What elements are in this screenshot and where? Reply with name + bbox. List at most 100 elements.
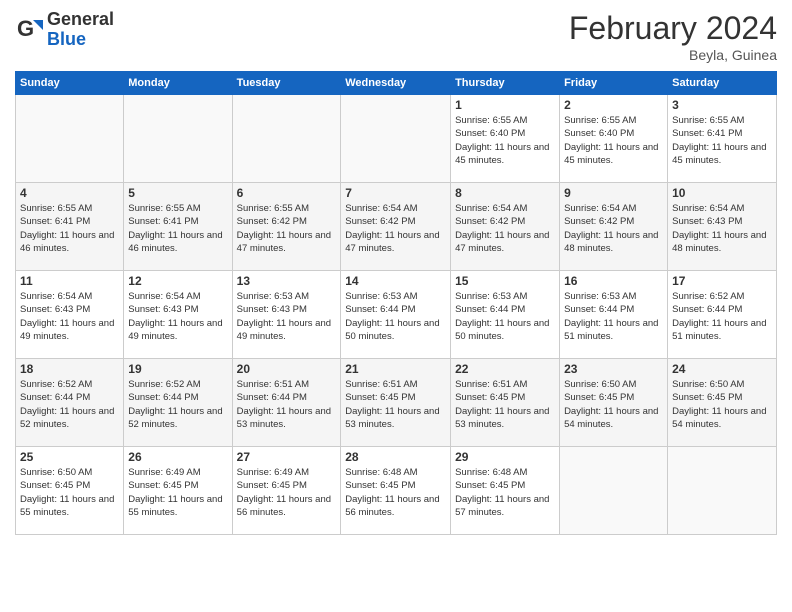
title-block: February 2024 Beyla, Guinea <box>569 10 777 63</box>
day-of-week-header: Monday <box>124 72 232 95</box>
day-info: Sunrise: 6:55 AMSunset: 6:40 PMDaylight:… <box>455 114 555 167</box>
calendar-day-cell: 20 Sunrise: 6:51 AMSunset: 6:44 PMDayligh… <box>232 359 341 447</box>
day-info: Sunrise: 6:52 AMSunset: 6:44 PMDaylight:… <box>128 378 227 431</box>
day-number: 25 <box>20 450 119 464</box>
day-info: Sunrise: 6:54 AMSunset: 6:43 PMDaylight:… <box>128 290 227 343</box>
day-number: 20 <box>237 362 337 376</box>
day-info: Sunrise: 6:49 AMSunset: 6:45 PMDaylight:… <box>237 466 337 519</box>
calendar-week-row: 25 Sunrise: 6:50 AMSunset: 6:45 PMDayligh… <box>16 447 777 535</box>
calendar-day-cell <box>341 95 451 183</box>
day-info: Sunrise: 6:49 AMSunset: 6:45 PMDaylight:… <box>128 466 227 519</box>
day-info: Sunrise: 6:50 AMSunset: 6:45 PMDaylight:… <box>672 378 772 431</box>
calendar-day-cell: 14Sunrise: 6:53 AMSunset: 6:44 PMDayligh… <box>341 271 451 359</box>
day-number: 13 <box>237 274 337 288</box>
day-number: 18 <box>20 362 119 376</box>
calendar-day-cell: 4Sunrise: 6:55 AMSunset: 6:41 PMDaylight… <box>16 183 124 271</box>
day-info: Sunrise: 6:52 AMSunset: 6:44 PMDaylight:… <box>20 378 119 431</box>
day-number: 21 <box>345 362 446 376</box>
day-info: Sunrise: 6:55 AMSunset: 6:41 PMDaylight:… <box>20 202 119 255</box>
calendar-day-cell: 5 Sunrise: 6:55 AMSunset: 6:41 PMDaylight… <box>124 183 232 271</box>
calendar-day-cell <box>668 447 777 535</box>
calendar-day-cell: 1 Sunrise: 6:55 AMSunset: 6:40 PMDaylight… <box>451 95 560 183</box>
day-info: Sunrise: 6:51 AMSunset: 6:45 PMDaylight:… <box>455 378 555 431</box>
calendar-day-cell: 23 Sunrise: 6:50 AMSunset: 6:45 PMDayligh… <box>560 359 668 447</box>
day-info: Sunrise: 6:48 AMSunset: 6:45 PMDaylight:… <box>455 466 555 519</box>
day-info: Sunrise: 6:51 AMSunset: 6:44 PMDaylight:… <box>237 378 337 431</box>
logo-general-text: General <box>47 10 114 30</box>
day-info: Sunrise: 6:54 AMSunset: 6:42 PMDaylight:… <box>564 202 663 255</box>
svg-text:G: G <box>17 16 34 41</box>
calendar-day-cell: 18 Sunrise: 6:52 AMSunset: 6:44 PMDayligh… <box>16 359 124 447</box>
day-number: 8 <box>455 186 555 200</box>
day-number: 19 <box>128 362 227 376</box>
day-number: 27 <box>237 450 337 464</box>
day-number: 22 <box>455 362 555 376</box>
calendar-day-cell: 7 Sunrise: 6:54 AMSunset: 6:42 PMDaylight… <box>341 183 451 271</box>
calendar-day-cell: 22 Sunrise: 6:51 AMSunset: 6:45 PMDayligh… <box>451 359 560 447</box>
day-number: 10 <box>672 186 772 200</box>
day-info: Sunrise: 6:55 AMSunset: 6:42 PMDaylight:… <box>237 202 337 255</box>
day-info: Sunrise: 6:55 AMSunset: 6:41 PMDaylight:… <box>128 202 227 255</box>
calendar-day-cell: 6 Sunrise: 6:55 AMSunset: 6:42 PMDaylight… <box>232 183 341 271</box>
day-info: Sunrise: 6:51 AMSunset: 6:45 PMDaylight:… <box>345 378 446 431</box>
day-number: 29 <box>455 450 555 464</box>
calendar-day-cell <box>124 95 232 183</box>
calendar-day-cell: 27 Sunrise: 6:49 AMSunset: 6:45 PMDayligh… <box>232 447 341 535</box>
calendar-day-cell: 2 Sunrise: 6:55 AMSunset: 6:40 PMDaylight… <box>560 95 668 183</box>
calendar-day-cell: 25 Sunrise: 6:50 AMSunset: 6:45 PMDayligh… <box>16 447 124 535</box>
day-number: 12 <box>128 274 227 288</box>
calendar-day-cell <box>232 95 341 183</box>
day-number: 2 <box>564 98 663 112</box>
day-number: 26 <box>128 450 227 464</box>
day-number: 28 <box>345 450 446 464</box>
calendar-day-cell: 15 Sunrise: 6:53 AMSunset: 6:44 PMDayligh… <box>451 271 560 359</box>
day-number: 6 <box>237 186 337 200</box>
day-number: 9 <box>564 186 663 200</box>
calendar-day-cell: 28 Sunrise: 6:48 AMSunset: 6:45 PMDayligh… <box>341 447 451 535</box>
calendar-week-row: 4Sunrise: 6:55 AMSunset: 6:41 PMDaylight… <box>16 183 777 271</box>
day-number: 7 <box>345 186 446 200</box>
calendar-day-cell: 24 Sunrise: 6:50 AMSunset: 6:45 PMDayligh… <box>668 359 777 447</box>
calendar-day-cell: 11Sunrise: 6:54 AMSunset: 6:43 PMDayligh… <box>16 271 124 359</box>
day-info: Sunrise: 6:54 AMSunset: 6:42 PMDaylight:… <box>455 202 555 255</box>
calendar-week-row: 18 Sunrise: 6:52 AMSunset: 6:44 PMDayligh… <box>16 359 777 447</box>
calendar-day-cell: 9 Sunrise: 6:54 AMSunset: 6:42 PMDaylight… <box>560 183 668 271</box>
day-info: Sunrise: 6:54 AMSunset: 6:42 PMDaylight:… <box>345 202 446 255</box>
day-info: Sunrise: 6:53 AMSunset: 6:44 PMDaylight:… <box>455 290 555 343</box>
logo: G General Blue <box>15 10 114 50</box>
day-info: Sunrise: 6:55 AMSunset: 6:41 PMDaylight:… <box>672 114 772 167</box>
day-info: Sunrise: 6:50 AMSunset: 6:45 PMDaylight:… <box>20 466 119 519</box>
day-info: Sunrise: 6:53 AMSunset: 6:44 PMDaylight:… <box>564 290 663 343</box>
calendar-day-cell: 29 Sunrise: 6:48 AMSunset: 6:45 PMDayligh… <box>451 447 560 535</box>
day-number: 3 <box>672 98 772 112</box>
day-number: 5 <box>128 186 227 200</box>
calendar-day-cell: 12 Sunrise: 6:54 AMSunset: 6:43 PMDayligh… <box>124 271 232 359</box>
day-number: 11 <box>20 274 119 288</box>
calendar-day-cell: 10 Sunrise: 6:54 AMSunset: 6:43 PMDayligh… <box>668 183 777 271</box>
calendar-day-cell: 3 Sunrise: 6:55 AMSunset: 6:41 PMDaylight… <box>668 95 777 183</box>
calendar-day-cell <box>16 95 124 183</box>
day-number: 23 <box>564 362 663 376</box>
day-info: Sunrise: 6:48 AMSunset: 6:45 PMDaylight:… <box>345 466 446 519</box>
logo-icon: G <box>15 16 43 44</box>
day-number: 1 <box>455 98 555 112</box>
day-of-week-header: Sunday <box>16 72 124 95</box>
day-number: 24 <box>672 362 772 376</box>
calendar-day-cell: 8 Sunrise: 6:54 AMSunset: 6:42 PMDaylight… <box>451 183 560 271</box>
month-title: February 2024 <box>569 10 777 47</box>
day-of-week-header: Thursday <box>451 72 560 95</box>
day-number: 16 <box>564 274 663 288</box>
calendar-header-row: SundayMondayTuesdayWednesdayThursdayFrid… <box>16 72 777 95</box>
calendar-day-cell: 21 Sunrise: 6:51 AMSunset: 6:45 PMDayligh… <box>341 359 451 447</box>
calendar-week-row: 1 Sunrise: 6:55 AMSunset: 6:40 PMDaylight… <box>16 95 777 183</box>
day-of-week-header: Friday <box>560 72 668 95</box>
day-info: Sunrise: 6:52 AMSunset: 6:44 PMDaylight:… <box>672 290 772 343</box>
day-of-week-header: Tuesday <box>232 72 341 95</box>
calendar-day-cell: 26 Sunrise: 6:49 AMSunset: 6:45 PMDayligh… <box>124 447 232 535</box>
day-info: Sunrise: 6:55 AMSunset: 6:40 PMDaylight:… <box>564 114 663 167</box>
day-info: Sunrise: 6:54 AMSunset: 6:43 PMDaylight:… <box>672 202 772 255</box>
day-of-week-header: Saturday <box>668 72 777 95</box>
day-info: Sunrise: 6:50 AMSunset: 6:45 PMDaylight:… <box>564 378 663 431</box>
day-number: 15 <box>455 274 555 288</box>
calendar-day-cell: 17Sunrise: 6:52 AMSunset: 6:44 PMDayligh… <box>668 271 777 359</box>
